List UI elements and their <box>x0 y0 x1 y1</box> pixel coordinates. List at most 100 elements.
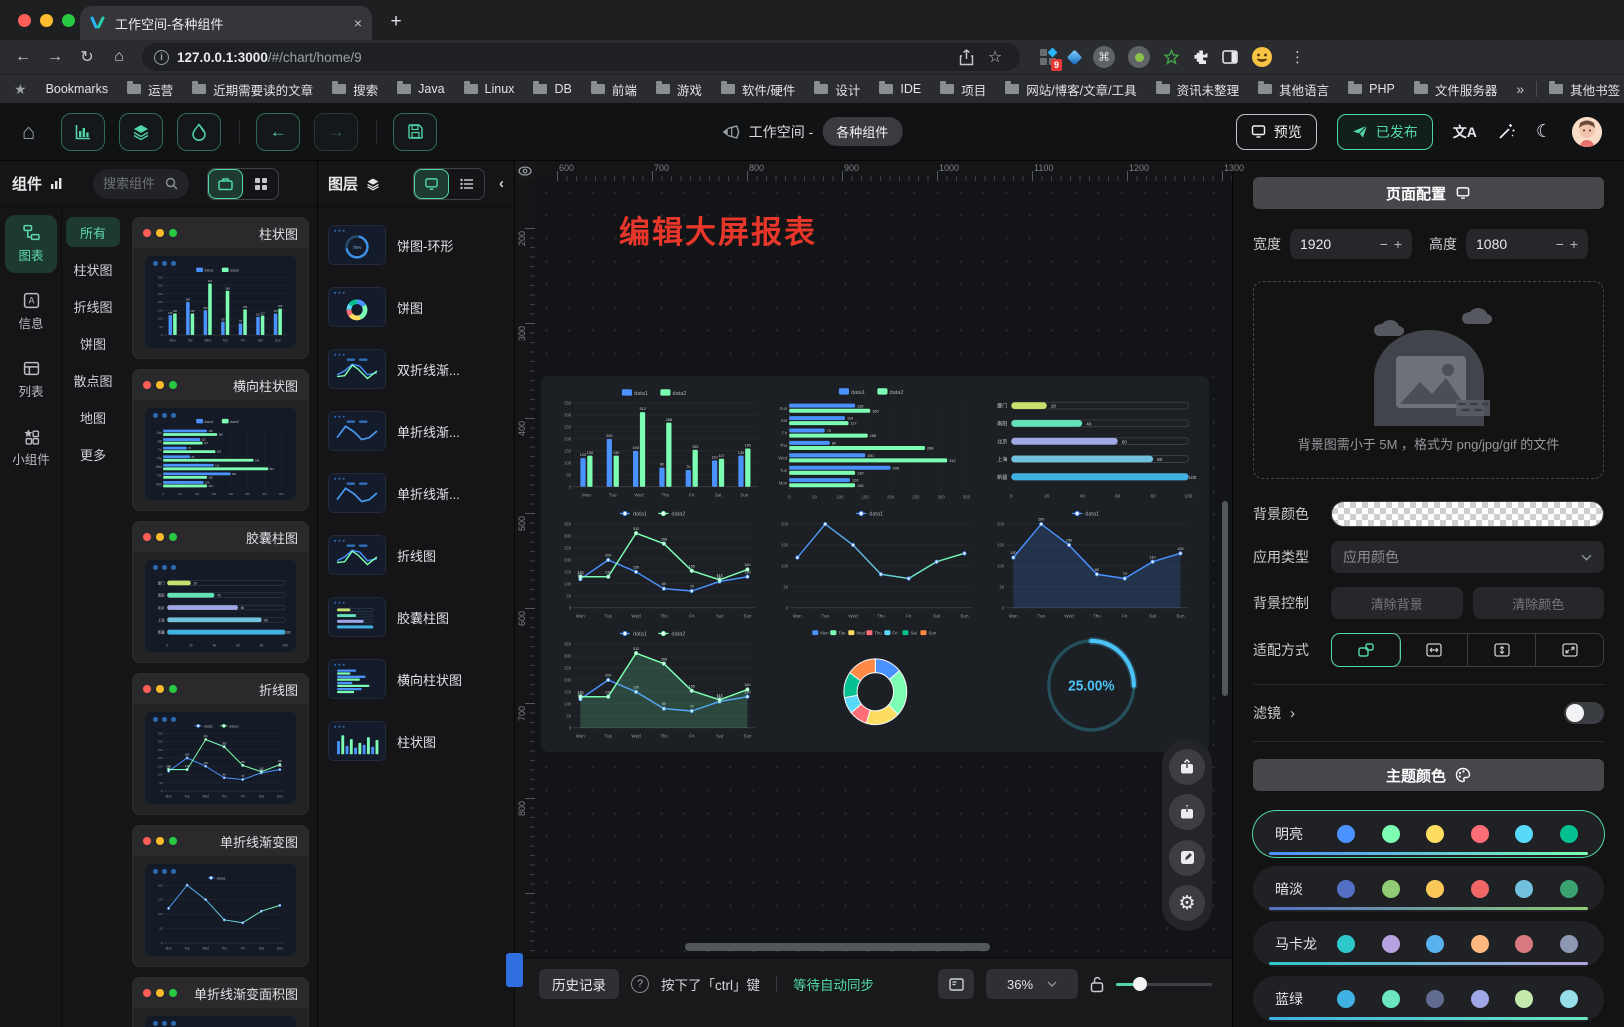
preview-button[interactable]: 预览 <box>1236 114 1317 150</box>
back-icon[interactable]: ← <box>10 44 36 70</box>
theme-row-2[interactable]: 马卡龙 <box>1253 921 1604 967</box>
star-extension-icon[interactable] <box>1163 49 1180 66</box>
app-home-icon[interactable]: ⌂ <box>22 119 35 145</box>
gem-extension-icon[interactable] <box>1067 49 1083 65</box>
clear-color-button[interactable]: 清除颜色 <box>1473 587 1605 619</box>
bookmark-folder[interactable]: 软件/硬件 <box>721 80 795 99</box>
app-type-select[interactable]: 应用颜色 <box>1331 541 1604 573</box>
gradient-line-chart-widget[interactable]: data1050100150200MonTueWedThuFriSatSun <box>768 505 983 624</box>
magic-wand-icon[interactable] <box>1497 122 1516 141</box>
bookmark-folder[interactable]: Linux <box>464 82 515 96</box>
layer-item-5[interactable]: 折线图 <box>328 527 504 583</box>
bookmark-folder[interactable]: 其他语言 <box>1258 80 1329 99</box>
export-button[interactable] <box>1169 749 1205 785</box>
recorder-extension-icon[interactable] <box>1128 46 1150 68</box>
theme-row-3[interactable]: 蓝绿 <box>1253 976 1604 1022</box>
forward-icon[interactable]: → <box>42 44 68 70</box>
line-area-chart-widget[interactable]: data1data2050100150200250300350MonTueWed… <box>551 625 766 744</box>
height-plus-icon[interactable]: + <box>1570 236 1578 252</box>
fit-stretch-button[interactable] <box>1536 634 1603 666</box>
dark-mode-icon[interactable]: ☾ <box>1536 121 1552 142</box>
category-item-1[interactable]: 柱状图 <box>66 254 120 284</box>
gradient-area-chart-widget[interactable]: data1050100150200MonTueWedThuFriSatSun12… <box>984 505 1199 624</box>
zoom-slider-knob[interactable] <box>1133 977 1147 991</box>
history-button[interactable]: 历史记录 <box>539 969 619 999</box>
browser-menu-icon[interactable]: ⋮ <box>1290 48 1305 66</box>
fit-scale-button[interactable] <box>1332 634 1400 666</box>
language-icon[interactable]: 文A <box>1453 122 1477 142</box>
share-icon[interactable] <box>959 49 974 66</box>
capsule-chart-widget[interactable]: 厦门20南阳40北京60上海80新疆100020406080100 <box>984 384 1199 503</box>
dual-line-chart-widget[interactable]: data1data2050100150200250300350MonTueWed… <box>551 505 766 624</box>
background-upload-dropzone[interactable]: 背景图需小于 5M ，格式为 png/jpg/gif 的文件 <box>1253 281 1604 479</box>
profile-avatar-icon[interactable] <box>1251 46 1273 68</box>
new-tab-button[interactable]: + <box>382 8 410 36</box>
component-card-5[interactable]: 单折线渐变面积图 data1050100150200MonTueWedThuFr… <box>132 977 309 1027</box>
bookmark-folder[interactable]: 搜索 <box>332 80 378 99</box>
bookmark-folder[interactable]: 资讯未整理 <box>1156 80 1240 99</box>
reload-icon[interactable]: ↻ <box>74 44 100 70</box>
canvas-text-widget[interactable]: 编辑大屏报表 <box>619 207 817 252</box>
sidepanel-icon[interactable] <box>1222 49 1238 65</box>
bookmark-folder[interactable]: 文件服务器 <box>1414 80 1498 99</box>
height-value[interactable]: 1080 <box>1476 236 1550 252</box>
editor-canvas[interactable]: 6007008009001000110012001300 20030040050… <box>515 161 1232 1027</box>
bar-chart-widget[interactable]: data1data2050100150200250300350Mon120130… <box>551 384 766 503</box>
component-search[interactable] <box>93 169 189 199</box>
site-info-icon[interactable]: i <box>154 50 169 65</box>
bookmark-folder[interactable]: 近期需要读的文章 <box>192 80 313 99</box>
tab-group-extension-icon[interactable]: 9 <box>1040 49 1056 65</box>
charts-panel-toggle-button[interactable] <box>61 113 105 151</box>
dashboard-preview-group[interactable]: data1data2050100150200250300350Mon120130… <box>541 376 1209 752</box>
bookmark-folder[interactable]: 运营 <box>127 80 173 99</box>
eye-icon[interactable] <box>518 166 532 176</box>
zoom-level-select[interactable]: 36% <box>986 969 1078 999</box>
layer-item-4[interactable]: 单折线渐... <box>328 465 504 521</box>
category-item-3[interactable]: 饼图 <box>66 328 120 358</box>
width-stepper[interactable]: 1920 − + <box>1290 229 1412 259</box>
component-card-2[interactable]: 胶囊柱图 厦门20南阳40北京60上海80新疆100020406080100 <box>132 521 309 663</box>
background-color-swatch[interactable] <box>1331 501 1604 527</box>
publish-button[interactable]: 已发布 <box>1337 114 1433 150</box>
details-panel-toggle-button[interactable] <box>177 113 221 151</box>
bookmark-folder[interactable]: 设计 <box>814 80 860 99</box>
layer-item-0[interactable]: 75%饼图-环形 <box>328 217 504 273</box>
width-plus-icon[interactable]: + <box>1394 236 1402 252</box>
maximize-window-button[interactable] <box>62 14 75 27</box>
category-item-6[interactable]: 更多 <box>66 439 120 469</box>
layer-item-2[interactable]: 双折线渐... <box>328 341 504 397</box>
collapse-panel-icon[interactable]: ‹ <box>499 175 504 192</box>
canvas-vertical-scrollbar[interactable] <box>1222 501 1228 696</box>
layer-item-7[interactable]: 横向柱状图 <box>328 651 504 707</box>
fit-height-button[interactable] <box>1468 634 1536 666</box>
width-value[interactable]: 1920 <box>1300 236 1374 252</box>
project-name-pill[interactable]: 各种组件 <box>822 117 902 146</box>
user-avatar[interactable] <box>1572 117 1602 147</box>
component-view-single-button[interactable] <box>208 169 243 199</box>
lock-open-icon[interactable] <box>1090 976 1104 993</box>
close-tab-icon[interactable]: × <box>354 15 362 31</box>
bookmark-folder[interactable]: 网站/博客/文章/工具 <box>1005 80 1136 99</box>
layer-item-3[interactable]: 单折线渐... <box>328 403 504 459</box>
horizontal-bar-chart-widget[interactable]: data1data2050100150200250300350Mon120130… <box>768 384 983 503</box>
bookmark-folder[interactable]: 项目 <box>940 80 986 99</box>
component-view-grid-button[interactable] <box>243 169 278 199</box>
category-item-0[interactable]: 所有 <box>66 217 120 247</box>
component-card-1[interactable]: 横向柱状图 data1data2050100150200250300350Mon… <box>132 369 309 511</box>
command-extension-icon[interactable]: ⌘ <box>1093 46 1115 68</box>
sidebar-item-1[interactable]: A信息 <box>5 283 57 341</box>
component-card-3[interactable]: 折线图 data1data2050100150200250300350MonTu… <box>132 673 309 815</box>
canvas-horizontal-scrollbar[interactable] <box>685 943 990 951</box>
sidebar-item-3[interactable]: 小组件 <box>5 419 57 477</box>
settings-button[interactable]: ⚙ <box>1169 885 1205 921</box>
filter-expand-icon[interactable]: › <box>1290 705 1295 722</box>
layer-view-list-button[interactable] <box>449 169 484 199</box>
align-panel-button[interactable] <box>938 969 974 999</box>
other-bookmarks[interactable]: 其他书签 <box>1549 80 1620 99</box>
search-input[interactable] <box>103 176 165 191</box>
redo-button[interactable]: → <box>314 113 358 151</box>
bookmark-folder[interactable]: Java <box>397 82 444 96</box>
zoom-slider[interactable] <box>1116 977 1212 991</box>
component-card-4[interactable]: 单折线渐变图 data1050100150200MonTueWedThuFriS… <box>132 825 309 967</box>
layer-item-8[interactable]: 柱状图 <box>328 713 504 769</box>
